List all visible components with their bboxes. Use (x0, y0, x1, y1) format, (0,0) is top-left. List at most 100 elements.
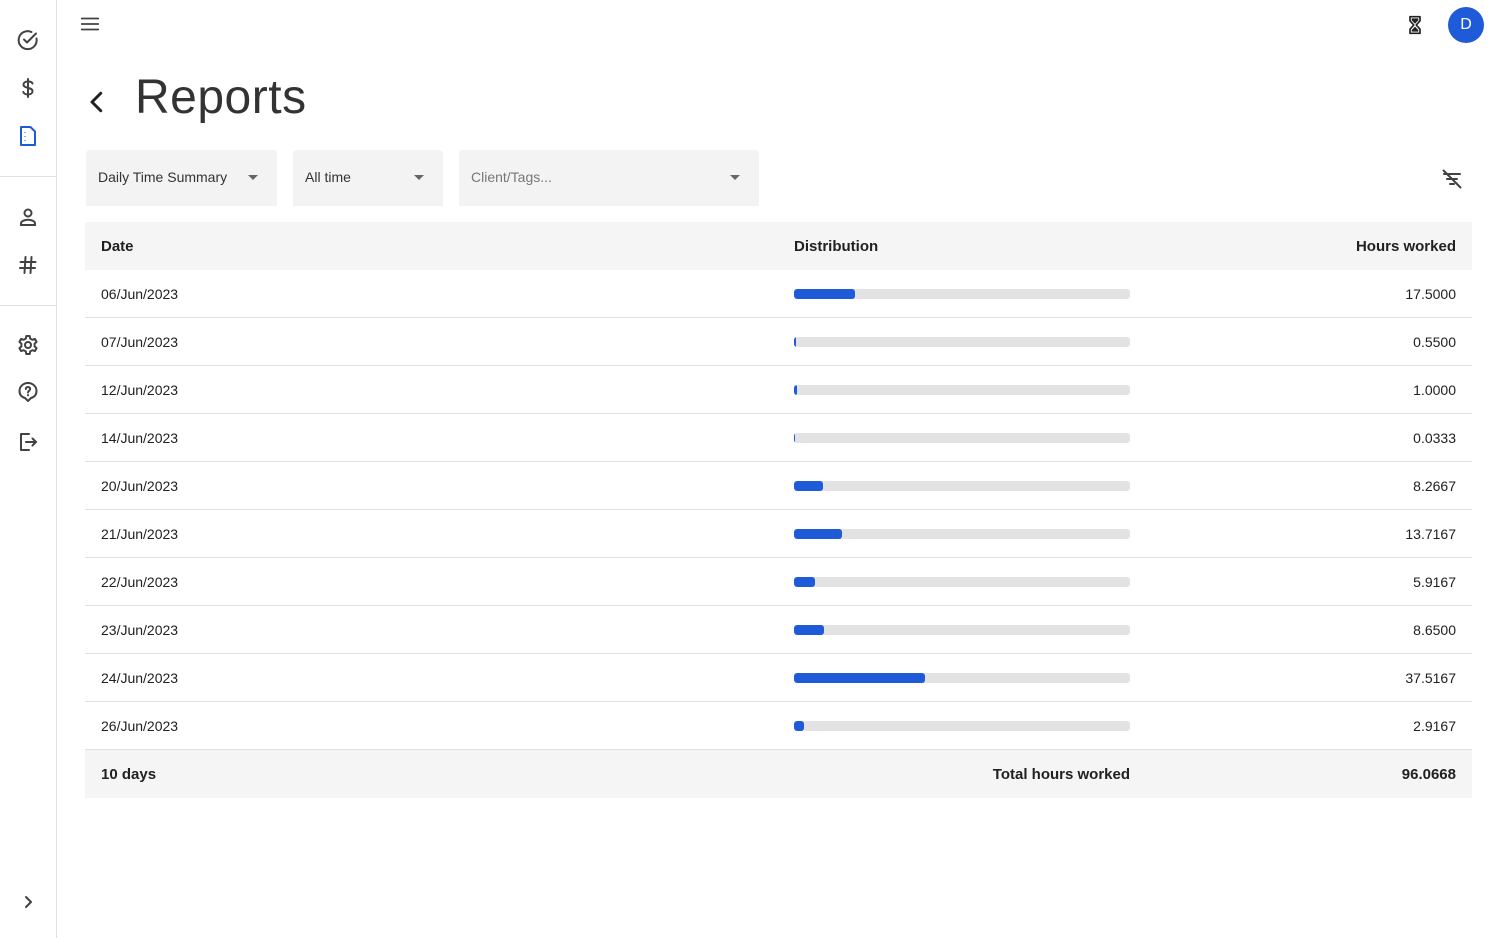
nav-reports-button[interactable] (4, 116, 52, 156)
row-distribution (794, 480, 1130, 491)
row-hours: 8.2667 (1413, 477, 1456, 494)
table-row: 23/Jun/2023 8.6500 (85, 606, 1472, 654)
person-icon (20, 208, 36, 226)
logout-icon (20, 433, 37, 451)
menu-button[interactable] (74, 8, 106, 40)
expand-rail-button[interactable] (4, 882, 52, 922)
table-row: 14/Jun/2023 0.0333 (85, 414, 1472, 462)
row-hours: 13.7167 (1405, 525, 1456, 542)
distribution-bar-fill (794, 576, 815, 587)
row-hours: 0.0333 (1413, 429, 1456, 446)
footer-total-label: Total hours worked (992, 765, 1130, 783)
hashtag-icon (19, 256, 37, 274)
user-avatar[interactable]: D (1448, 7, 1484, 43)
row-date: 22/Jun/2023 (101, 573, 179, 590)
distribution-bar-track (794, 576, 1130, 587)
hamburger-menu-icon (80, 17, 100, 31)
distribution-bar-fill (794, 624, 825, 635)
distribution-bar-track (794, 432, 1130, 443)
row-date: 12/Jun/2023 (101, 381, 179, 398)
dropdown-arrow-icon (730, 175, 740, 180)
chevron-right-icon (25, 896, 32, 908)
distribution-bar-track (794, 672, 1130, 683)
row-date: 26/Jun/2023 (101, 717, 179, 734)
table-row: 21/Jun/2023 13.7167 (85, 510, 1472, 558)
footer-total-hours: 96.0668 (1401, 765, 1456, 783)
period-value: All time (305, 169, 351, 185)
back-button[interactable] (80, 84, 114, 120)
row-date: 20/Jun/2023 (101, 477, 179, 494)
distribution-bar-track (794, 624, 1130, 635)
distribution-bar-fill (794, 384, 798, 395)
row-date: 14/Jun/2023 (101, 429, 179, 446)
page-title: Reports (135, 71, 307, 124)
report-type-select[interactable]: Daily Time Summary (86, 150, 277, 206)
row-hours: 0.5500 (1413, 333, 1456, 350)
client-tags-select[interactable]: Client/Tags... (459, 150, 759, 206)
nav-rail (0, 0, 57, 938)
distribution-bar-track (794, 720, 1130, 731)
table-row: 26/Jun/2023 2.9167 (85, 702, 1472, 750)
table-row: 07/Jun/2023 0.5500 (85, 318, 1472, 366)
header-hours-worked: Hours worked (1355, 237, 1456, 255)
period-select[interactable]: All time (293, 150, 443, 206)
row-distribution (794, 384, 1130, 395)
row-hours: 5.9167 (1413, 573, 1456, 590)
nav-invoices-button[interactable] (4, 68, 52, 108)
row-date: 06/Jun/2023 (101, 285, 179, 302)
dropdown-arrow-icon (414, 175, 424, 180)
rail-divider (0, 305, 56, 306)
nav-settings-button[interactable] (4, 325, 52, 365)
table-row: 06/Jun/2023 17.5000 (85, 270, 1472, 318)
clear-filters-button[interactable] (1436, 163, 1468, 195)
distribution-bar-fill (794, 720, 805, 731)
table-row: 20/Jun/2023 8.2667 (85, 462, 1472, 510)
nav-tasks-button[interactable] (4, 20, 52, 60)
report-type-value: Daily Time Summary (98, 169, 228, 185)
row-date: 07/Jun/2023 (101, 333, 179, 350)
distribution-bar-track (794, 384, 1130, 395)
table-row: 12/Jun/2023 1.0000 (85, 366, 1472, 414)
row-hours: 8.6500 (1413, 621, 1456, 638)
distribution-bar-track (794, 336, 1130, 347)
row-hours: 1.0000 (1413, 381, 1456, 398)
row-date: 23/Jun/2023 (101, 621, 179, 638)
header-date: Date (101, 237, 134, 255)
distribution-bar-fill (794, 528, 842, 539)
header-distribution: Distribution (794, 237, 879, 255)
row-distribution (794, 576, 1130, 587)
timer-button[interactable] (1399, 9, 1431, 41)
row-distribution (794, 624, 1130, 635)
rail-divider (0, 176, 56, 177)
row-hours: 37.5167 (1405, 669, 1456, 686)
row-distribution (794, 288, 1130, 299)
hourglass-icon (1409, 15, 1421, 35)
row-distribution (794, 720, 1130, 731)
filter-off-icon (1442, 169, 1462, 189)
nav-clients-button[interactable] (4, 197, 52, 237)
distribution-bar-fill (794, 336, 796, 347)
distribution-bar-fill (794, 480, 823, 491)
distribution-bar-fill (794, 672, 926, 683)
distribution-bar-track (794, 288, 1130, 299)
table-row: 22/Jun/2023 5.9167 (85, 558, 1472, 606)
row-date: 21/Jun/2023 (101, 525, 179, 542)
row-distribution (794, 336, 1130, 347)
gear-icon (18, 335, 38, 355)
row-date: 24/Jun/2023 (101, 669, 179, 686)
row-distribution (794, 672, 1130, 683)
table-footer: 10 days Total hours worked 96.0668 (85, 750, 1472, 798)
report-document-icon (20, 126, 36, 146)
table-header: Date Distribution Hours worked (85, 222, 1472, 270)
nav-tags-button[interactable] (4, 245, 52, 285)
distribution-bar-fill (794, 288, 856, 299)
row-hours: 2.9167 (1413, 717, 1456, 734)
check-circle-icon (17, 30, 38, 51)
distribution-bar-track (794, 480, 1130, 491)
nav-help-button[interactable] (4, 372, 52, 412)
client-tags-placeholder: Client/Tags... (471, 169, 552, 185)
row-distribution (794, 528, 1130, 539)
nav-logout-button[interactable] (4, 422, 52, 462)
table-row: 24/Jun/2023 37.5167 (85, 654, 1472, 702)
row-hours: 17.5000 (1405, 285, 1456, 302)
